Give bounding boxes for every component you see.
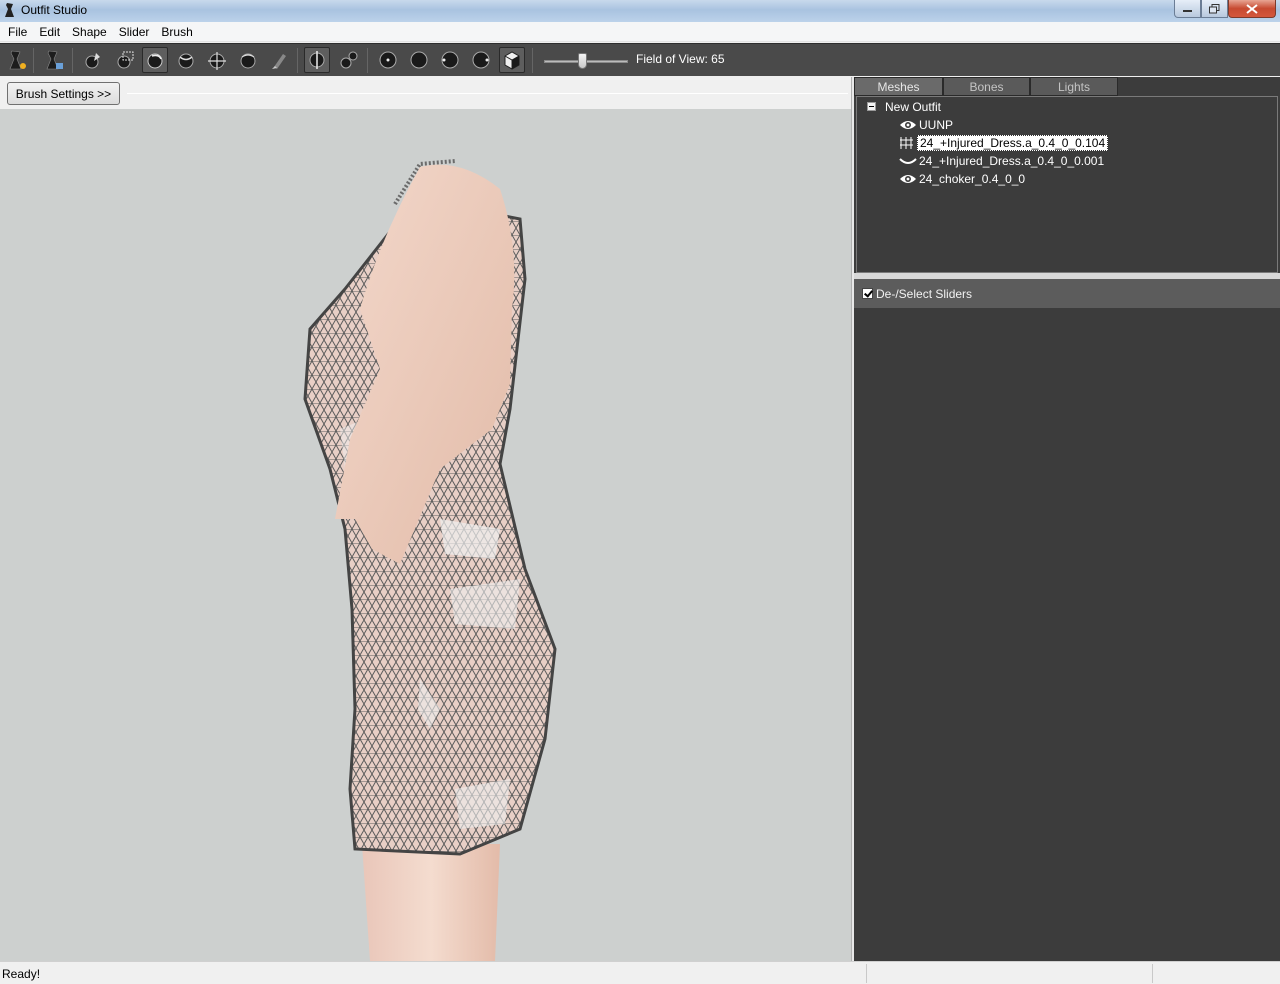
tab-lights[interactable]: Lights <box>1030 77 1118 96</box>
mesh-item-label: 24_+Injured_Dress.a_0.4_0_0.104 <box>917 135 1109 151</box>
deflate-brush-icon <box>178 53 194 69</box>
restore-icon <box>1209 3 1220 13</box>
window-title: Outfit Studio <box>21 3 88 17</box>
sliders-header: De-/Select Sliders <box>854 279 1280 308</box>
mesh-item-label: 24_+Injured_Dress.a_0.4_0_0.001 <box>919 154 1105 168</box>
3d-viewport[interactable] <box>0 109 851 961</box>
back-view-icon <box>410 51 428 69</box>
minimize-button[interactable] <box>1174 0 1201 18</box>
field-of-view-slider[interactable] <box>544 52 628 70</box>
toolbar: Field of View: 65 <box>0 43 1280 76</box>
status-text: Ready! <box>2 967 41 981</box>
brush-settings-button[interactable]: Brush Settings >> <box>7 82 120 105</box>
mask-brush-button[interactable] <box>112 47 138 73</box>
inflate-brush-button[interactable] <box>142 47 168 73</box>
right-view-icon <box>472 51 490 69</box>
menu-bar: File Edit Shape Slider Brush <box>0 22 1280 42</box>
move-brush-button[interactable] <box>204 47 230 73</box>
move-brush-icon <box>208 52 226 70</box>
close-button[interactable] <box>1228 0 1276 18</box>
menu-brush[interactable]: Brush <box>155 22 198 41</box>
deflate-brush-button[interactable] <box>173 47 199 73</box>
brush-settings-divider <box>127 93 848 94</box>
status-separator <box>866 964 867 983</box>
panel-tabs: Meshes Bones Lights <box>854 77 1280 96</box>
menu-slider[interactable]: Slider <box>113 22 156 41</box>
front-view-icon <box>379 51 397 69</box>
eye-icon <box>900 121 916 129</box>
menu-shape[interactable]: Shape <box>66 22 113 41</box>
x-mirror-icon <box>309 51 325 69</box>
tab-meshes[interactable]: Meshes <box>854 77 943 96</box>
mesh-tree: New Outfit UUNP 24_+Injured_Dress.a_0.4_… <box>856 96 1278 273</box>
status-bar: Ready! <box>0 961 1280 984</box>
close-icon <box>1246 3 1258 14</box>
new-project-button[interactable] <box>4 47 30 73</box>
smooth-brush-icon <box>240 53 256 69</box>
menu-file[interactable]: File <box>2 22 33 41</box>
connected-only-icon <box>340 51 358 69</box>
app-logo-icon <box>5 3 14 17</box>
title-bar: Outfit Studio <box>0 0 1280 22</box>
legs-mesh <box>362 844 500 961</box>
mesh-item-uunp[interactable]: UUNP <box>899 117 955 133</box>
left-view-button[interactable] <box>437 47 463 73</box>
select-sliders-checkbox[interactable] <box>862 288 873 299</box>
mesh-item-choker[interactable]: 24_choker_0.4_0_0 <box>899 171 1027 187</box>
mesh-render <box>303 159 557 961</box>
mesh-item-injured-dress-001[interactable]: 24_+Injured_Dress.a_0.4_0_0.001 <box>899 153 1106 169</box>
mesh-item-injured-dress-104[interactable]: 24_+Injured_Dress.a_0.4_0_0.104 <box>899 135 1109 151</box>
tree-root-label: New Outfit <box>885 100 942 114</box>
front-view-button[interactable] <box>375 47 401 73</box>
x-mirror-button[interactable] <box>304 47 330 73</box>
brush-settings-bar: Brush Settings >> <box>0 77 852 109</box>
load-reference-icon <box>46 50 63 70</box>
connected-only-button[interactable] <box>336 47 362 73</box>
status-separator <box>1152 964 1153 983</box>
field-of-view-label: Field of View: 65 <box>636 52 725 66</box>
tab-bones[interactable]: Bones <box>943 77 1030 96</box>
back-view-button[interactable] <box>406 47 432 73</box>
select-sliders-label[interactable]: De-/Select Sliders <box>876 287 972 301</box>
load-reference-button[interactable] <box>41 47 67 73</box>
hidden-eye-icon <box>899 158 917 164</box>
mesh-item-label: 24_choker_0.4_0_0 <box>919 172 1026 186</box>
weight-brush-button[interactable] <box>266 47 292 73</box>
right-panel: Meshes Bones Lights New Outfit UUNP 24_+… <box>854 77 1280 961</box>
mesh-item-label: UUNP <box>919 118 954 132</box>
mask-brush-icon <box>117 51 134 69</box>
tree-root-item[interactable]: New Outfit <box>883 99 943 115</box>
eye-icon <box>900 175 916 183</box>
maximize-button[interactable] <box>1201 0 1228 18</box>
fov-slider-thumb[interactable] <box>578 53 587 69</box>
perspective-button[interactable] <box>499 47 525 73</box>
select-brush-icon <box>85 53 100 69</box>
wireframe-icon <box>900 137 913 149</box>
perspective-icon <box>504 51 520 70</box>
tree-collapse-toggle[interactable] <box>867 102 876 111</box>
select-brush-button[interactable] <box>80 47 106 73</box>
inflate-brush-icon <box>147 53 163 69</box>
weight-brush-icon <box>272 54 286 69</box>
minimize-icon <box>1182 9 1192 12</box>
left-view-icon <box>441 51 459 69</box>
smooth-brush-button[interactable] <box>235 47 261 73</box>
menu-edit[interactable]: Edit <box>33 22 66 41</box>
right-view-button[interactable] <box>468 47 494 73</box>
new-project-icon <box>9 50 26 70</box>
